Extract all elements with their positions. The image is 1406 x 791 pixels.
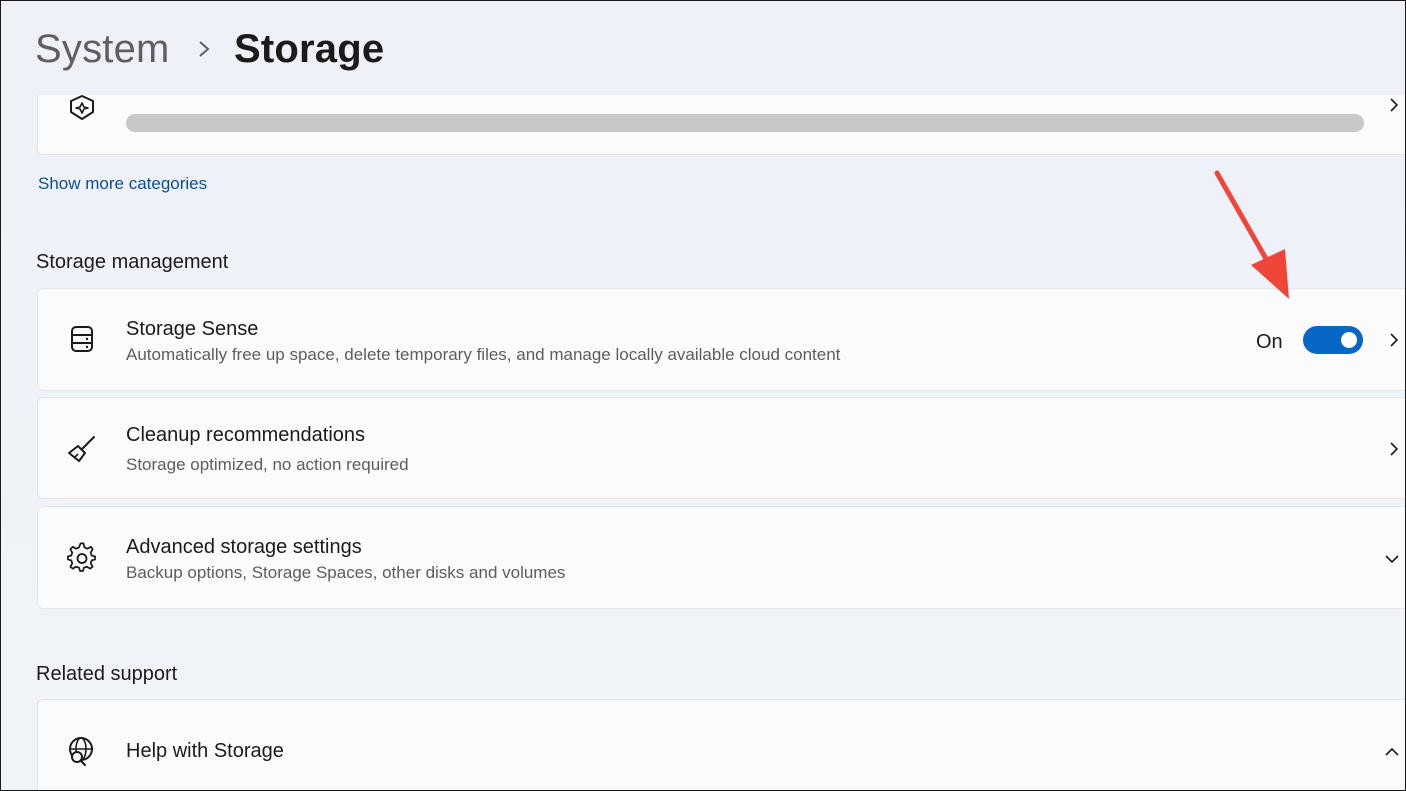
snapshot-icon <box>70 95 94 120</box>
globe-search-icon <box>69 737 93 766</box>
drive-icon <box>71 326 93 352</box>
help-with-storage-card[interactable]: Help with Storage <box>37 699 1405 790</box>
chevron-right-icon[interactable] <box>1386 332 1402 348</box>
snapshots-usage-bar <box>126 114 1364 132</box>
breadcrumb-parent-system[interactable]: System <box>35 27 170 72</box>
storage-sense-card[interactable]: Storage Sense Automatically free up spac… <box>37 288 1405 391</box>
storage-sense-title: Storage Sense <box>126 318 259 340</box>
chevron-down-icon[interactable] <box>1384 551 1400 567</box>
storage-sense-toggle[interactable] <box>1303 326 1363 354</box>
chevron-up-icon[interactable] <box>1384 744 1400 760</box>
advanced-storage-title: Advanced storage settings <box>126 536 362 558</box>
toggle-knob <box>1341 332 1357 348</box>
broom-icon <box>68 436 95 462</box>
settings-window: System Storage Show more categories Stor… <box>0 0 1406 791</box>
help-with-storage-title: Help with Storage <box>126 740 284 762</box>
breadcrumb: System Storage <box>1 1 1405 95</box>
storage-sense-subtitle: Automatically free up space, delete temp… <box>126 345 841 364</box>
cleanup-title: Cleanup recommendations <box>126 424 366 446</box>
cleanup-recommendations-card[interactable]: Cleanup recommendations Storage optimize… <box>37 397 1405 499</box>
chevron-right-icon[interactable] <box>1386 97 1402 113</box>
related-support-heading: Related support <box>36 663 178 685</box>
chevron-right-icon[interactable] <box>1386 441 1402 457</box>
storage-sense-toggle-label: On <box>1256 331 1283 353</box>
advanced-storage-settings-card[interactable]: Advanced storage settings Backup options… <box>37 506 1405 609</box>
cleanup-subtitle: Storage optimized, no action required <box>126 455 409 474</box>
advanced-storage-subtitle: Backup options, Storage Spaces, other di… <box>126 563 566 582</box>
chevron-right-icon <box>199 41 210 57</box>
gear-icon <box>67 542 96 572</box>
page-title: Storage <box>234 27 385 71</box>
storage-management-heading: Storage management <box>36 251 229 273</box>
show-more-categories-link[interactable]: Show more categories <box>38 174 207 194</box>
